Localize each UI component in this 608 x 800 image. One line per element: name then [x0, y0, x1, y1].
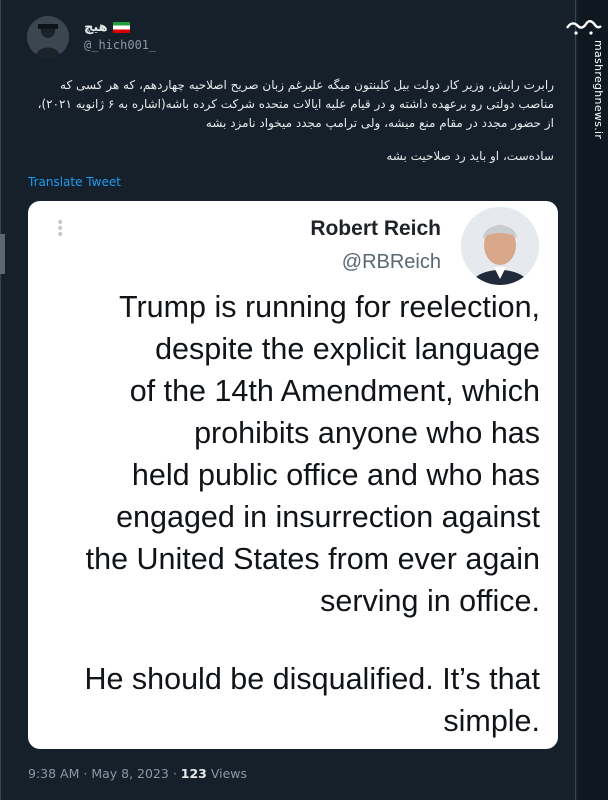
views-label: Views: [210, 766, 248, 781]
tweet-text: رابرت رایش، وزیر کار دولت بیل کلینتون می…: [28, 76, 554, 180]
tweet-paragraph: رابرت رایش، وزیر کار دولت بیل کلینتون می…: [37, 78, 554, 130]
left-border: [0, 0, 1, 800]
quoted-author-handle: @RBReich: [341, 251, 441, 273]
meta-separator: ·: [79, 766, 92, 781]
watermark-url: mashreghnews.ir: [592, 40, 605, 140]
tweet-time[interactable]: 9:38 AM: [28, 766, 79, 781]
tweet-paragraph: سادەست، او باید رد صلاحیت بشه: [386, 149, 554, 163]
tweet-date[interactable]: May 8, 2023: [91, 766, 169, 781]
quoted-text-body: Trump is running for reelection, despite…: [30, 286, 540, 742]
quoted-author-name: Robert Reich: [310, 217, 441, 240]
quoted-text-line: Trump is running for reelection,: [119, 290, 540, 324]
scroll-indicator: [0, 234, 5, 274]
quoted-text-line: serving in office.: [320, 584, 540, 618]
iran-flag-icon: [112, 22, 130, 33]
quoted-text-line: the United States from ever again: [85, 542, 540, 576]
quoted-text-line: despite the explicit language: [155, 332, 540, 366]
quoted-text-line: held public office and who has: [131, 458, 540, 492]
quoted-closing-line: simple.: [443, 704, 540, 738]
quoted-text-line: engaged in insurrection against: [116, 500, 540, 534]
views-count: 123: [180, 766, 207, 781]
author-display-name[interactable]: هیچ: [84, 20, 108, 35]
quoted-closing-line: He should be disqualified. It’s that: [84, 662, 540, 696]
avatar[interactable]: [27, 16, 69, 58]
watermark-logo: [564, 14, 604, 42]
quoted-author-avatar: [461, 207, 539, 285]
meta-separator: ·: [168, 766, 181, 781]
tweet-meta: 9:38 AM · May 8, 2023 · 123 Views: [28, 766, 247, 781]
author-handle[interactable]: @_hich001_: [84, 38, 156, 52]
more-options-icon[interactable]: • • •: [56, 216, 64, 242]
quoted-text-line: prohibits anyone who has: [194, 416, 540, 450]
right-border: [575, 0, 576, 800]
translate-tweet-link[interactable]: Translate Tweet: [28, 175, 121, 189]
tweet-image-card[interactable]: • • • Robert Reich @RBReich Trump is runni…: [28, 201, 558, 749]
author-name-row: هیچ: [84, 20, 130, 35]
quoted-text-line: of the 14th Amendment, which: [129, 374, 540, 408]
